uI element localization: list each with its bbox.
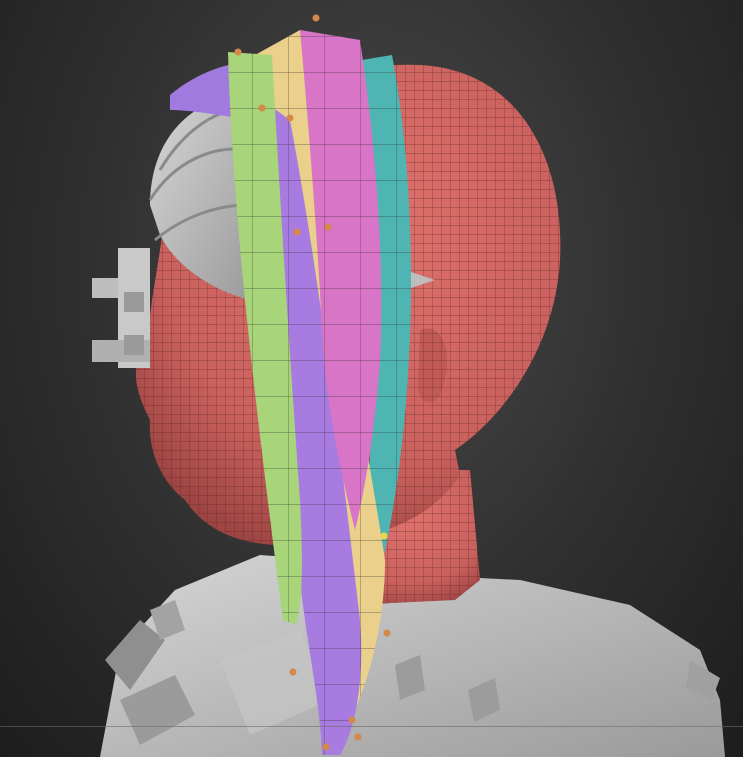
floor-line	[0, 726, 743, 727]
3d-viewport[interactable]	[0, 0, 743, 757]
sculpt-scene	[92, 14, 725, 757]
side-clip-gray	[92, 248, 150, 368]
